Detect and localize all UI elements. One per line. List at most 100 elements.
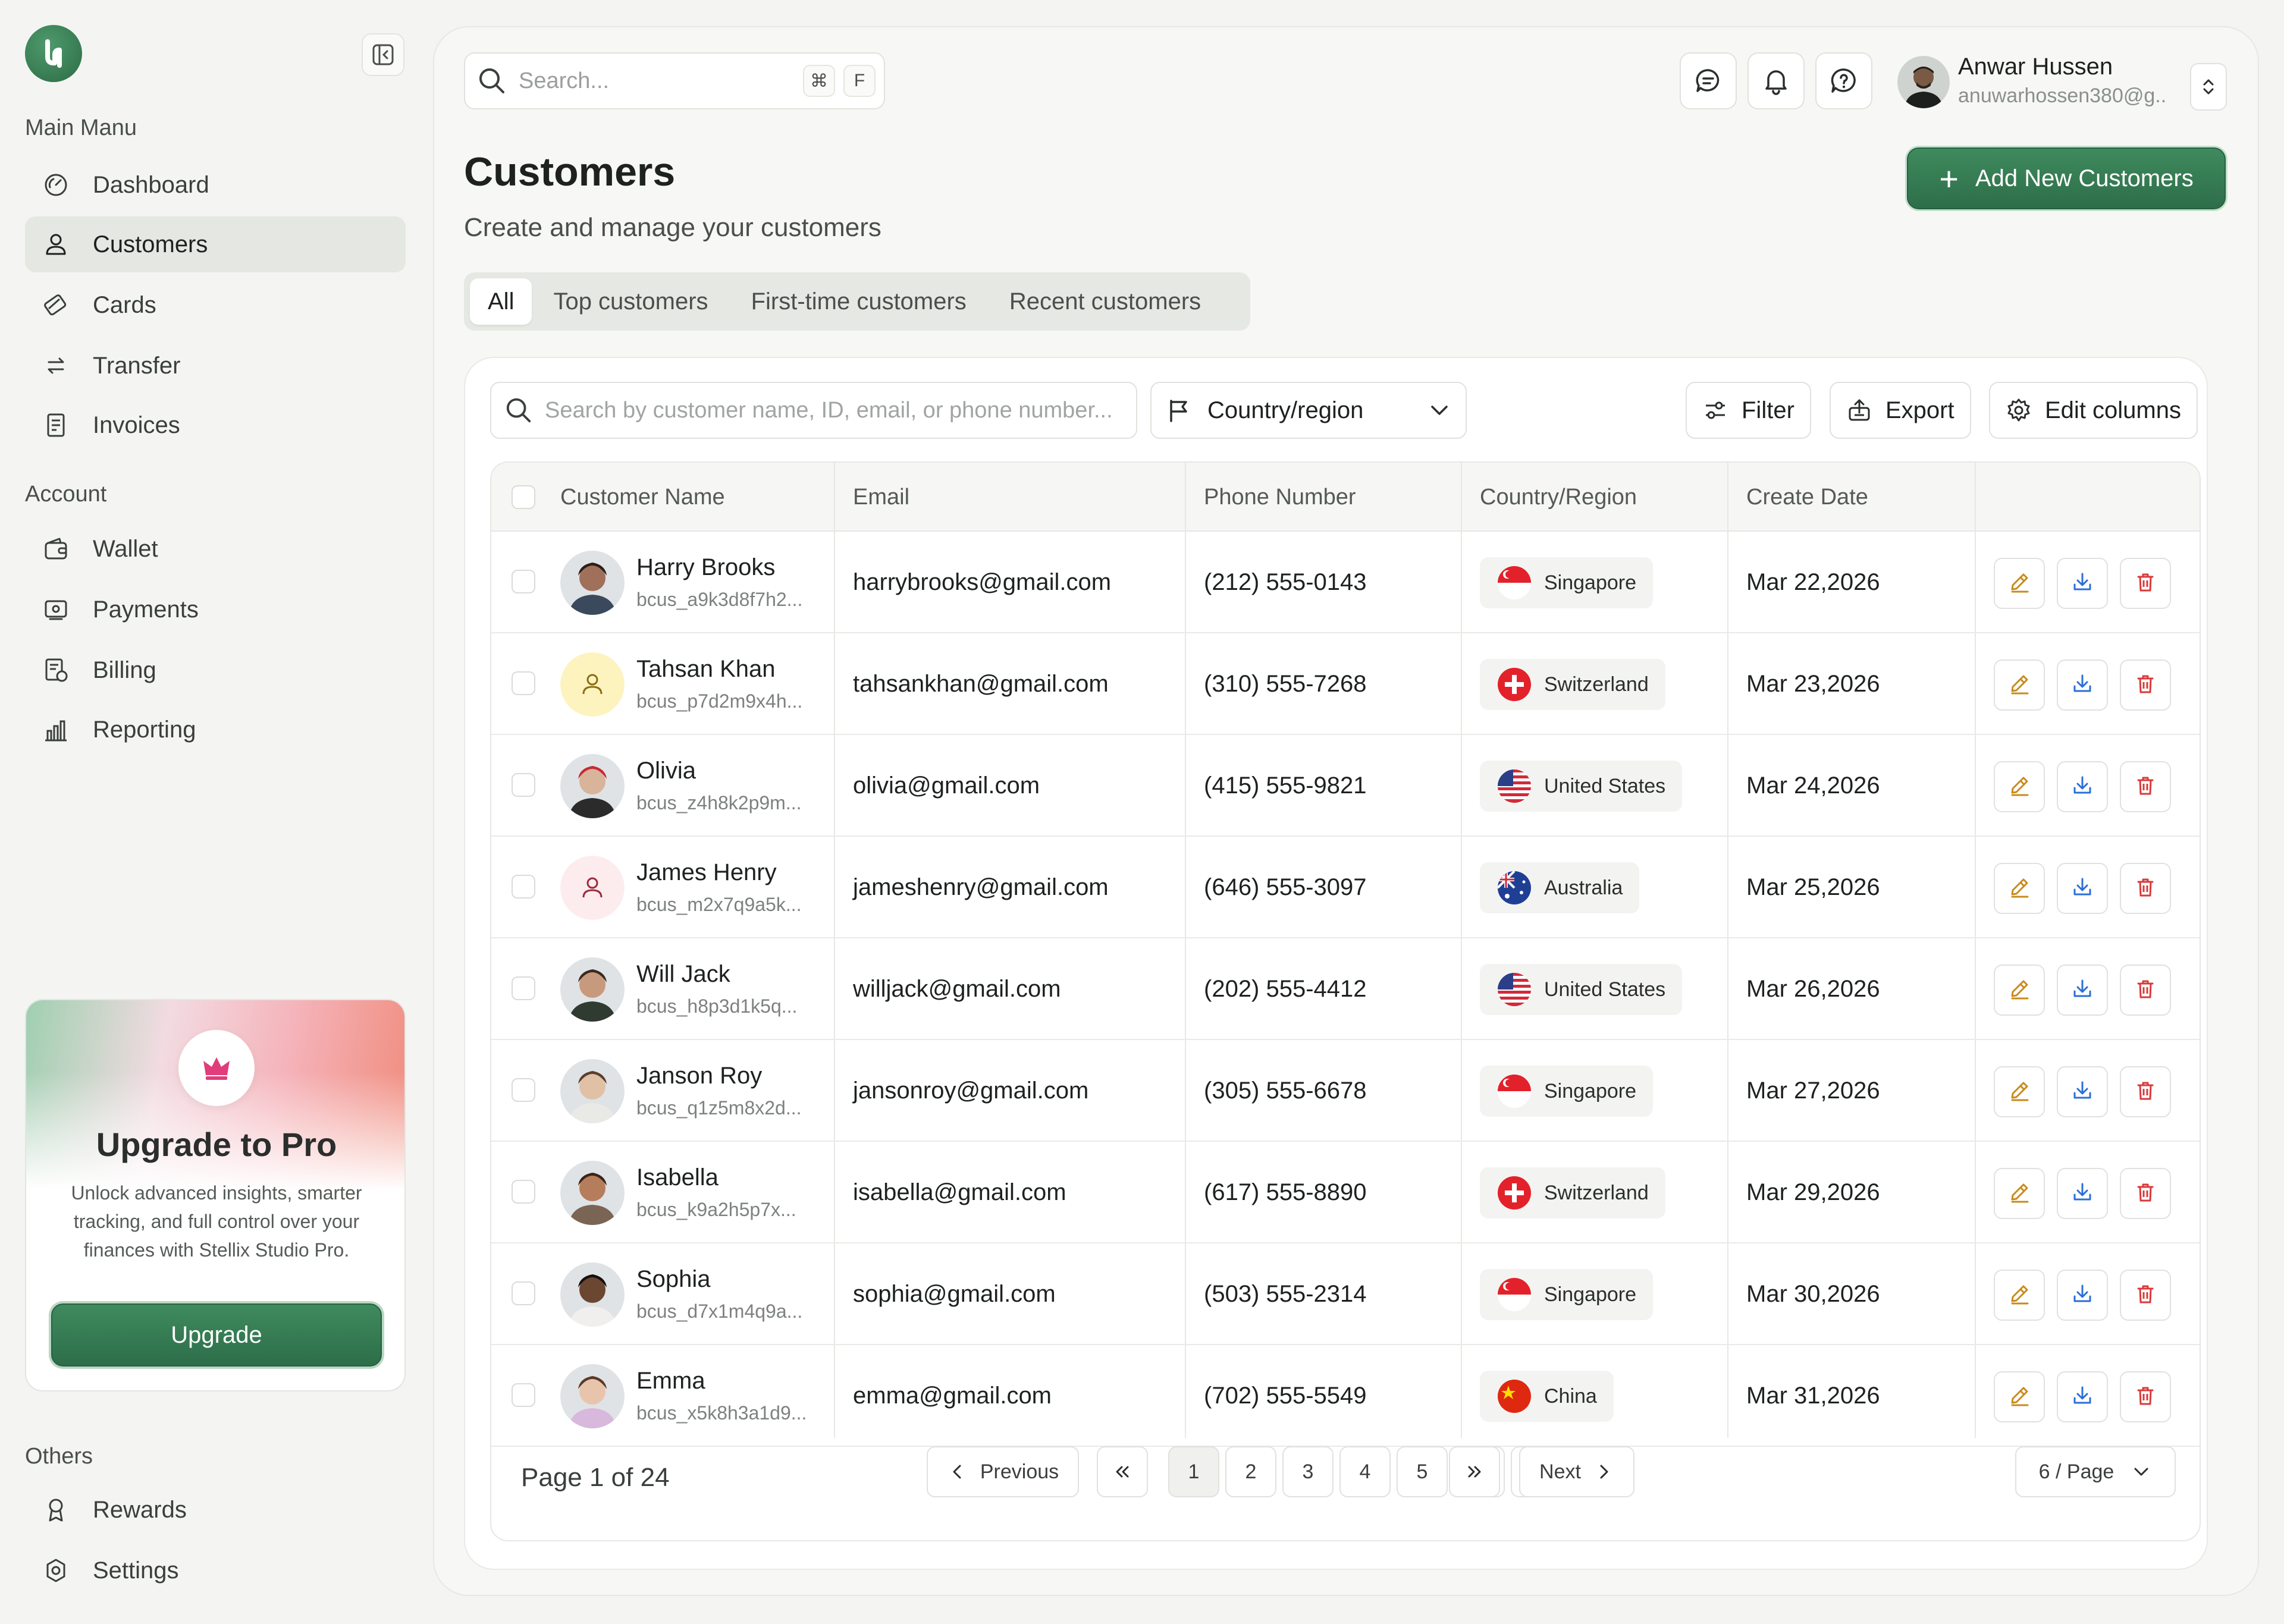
delete-button[interactable] [2120, 1270, 2171, 1321]
edit-button[interactable] [1994, 558, 2045, 609]
tab-all[interactable]: All [470, 278, 532, 325]
download-button[interactable] [2057, 1168, 2108, 1219]
row-checkbox[interactable] [512, 1281, 535, 1305]
customer-name[interactable]: Will Jack [636, 961, 730, 988]
country-region-dropdown[interactable]: Country/region [1150, 382, 1467, 439]
filter-button[interactable]: Filter [1686, 382, 1811, 439]
table-row[interactable]: Isabella bcus_k9a2h5p7x... isabella@gmail.… [491, 1142, 2200, 1243]
edit-button[interactable] [1994, 761, 2045, 812]
row-checkbox[interactable] [512, 671, 535, 695]
page-number-button[interactable]: 2 [1225, 1446, 1276, 1497]
tab-top-customers[interactable]: Top customers [532, 278, 729, 325]
delete-button[interactable] [2120, 965, 2171, 1016]
customer-name[interactable]: James Henry [636, 859, 777, 886]
row-checkbox[interactable] [512, 976, 535, 1000]
page-size-select[interactable]: 6 / Page [2015, 1446, 2176, 1497]
collapse-sidebar-button[interactable] [362, 33, 404, 76]
delete-button[interactable] [2120, 1371, 2171, 1422]
customer-name[interactable]: Olivia [636, 758, 696, 784]
select-all-checkbox[interactable] [512, 485, 535, 509]
download-button[interactable] [2057, 1371, 2108, 1422]
row-checkbox[interactable] [512, 875, 535, 899]
row-checkbox[interactable] [512, 1078, 535, 1102]
customer-name[interactable]: Sophia [636, 1266, 711, 1293]
download-button[interactable] [2057, 1066, 2108, 1117]
user-avatar[interactable] [1897, 56, 1950, 108]
last-page-button[interactable] [1449, 1446, 1500, 1497]
customer-name[interactable]: Harry Brooks [636, 554, 775, 581]
edit-button[interactable] [1994, 659, 2045, 711]
table-row[interactable]: Tahsan Khan bcus_p7d2m9x4h... tahsankhan@g… [491, 633, 2200, 735]
tab-first-time-customers[interactable]: First-time customers [730, 278, 988, 325]
column-header-customer-name[interactable]: Customer Name [560, 463, 725, 532]
add-new-customers-button[interactable]: + Add New Customers [1907, 147, 2226, 209]
download-button[interactable] [2057, 965, 2108, 1016]
page-number-button[interactable]: 1 [1168, 1446, 1219, 1497]
sidebar-item-cards[interactable]: Cards [25, 277, 406, 333]
table-row[interactable]: Sophia bcus_d7x1m4q9a... sophia@gmail.com (… [491, 1243, 2200, 1345]
tab-recent-customers[interactable]: Recent customers [988, 278, 1222, 325]
download-button[interactable] [2057, 761, 2108, 812]
sidebar-item-customers[interactable]: Customers [25, 216, 406, 272]
delete-button[interactable] [2120, 1066, 2171, 1117]
row-checkbox[interactable] [512, 773, 535, 797]
previous-page-button[interactable]: Previous [927, 1446, 1079, 1497]
table-row[interactable]: Will Jack bcus_h8p3d1k5q... willjack@gmail… [491, 938, 2200, 1040]
brand-logo[interactable] [25, 25, 82, 82]
first-page-button[interactable] [1097, 1446, 1148, 1497]
export-button[interactable]: Export [1830, 382, 1971, 439]
customer-search-input[interactable]: Search by customer name, ID, email, or p… [490, 382, 1137, 439]
delete-button[interactable] [2120, 761, 2171, 812]
sidebar-item-rewards[interactable]: Rewards [25, 1482, 406, 1538]
sidebar-item-settings[interactable]: Settings [25, 1543, 406, 1598]
page-number-button[interactable]: 3 [1282, 1446, 1334, 1497]
table-row[interactable]: Janson Roy bcus_q1z5m8x2d... jansonroy@gma… [491, 1040, 2200, 1142]
sidebar-item-billing[interactable]: Billing [25, 642, 406, 698]
edit-columns-button[interactable]: Edit columns [1989, 382, 2198, 439]
edit-button[interactable] [1994, 965, 2045, 1016]
upgrade-button[interactable]: Upgrade [51, 1303, 382, 1367]
column-header-email[interactable]: Email [853, 463, 909, 532]
column-header-create-date[interactable]: Create Date [1746, 463, 1868, 532]
notifications-button[interactable] [1747, 52, 1805, 109]
sidebar-item-transfer[interactable]: Transfer [25, 338, 406, 394]
delete-button[interactable] [2120, 863, 2171, 914]
download-button[interactable] [2057, 659, 2108, 711]
row-checkbox[interactable] [512, 1383, 535, 1407]
delete-button[interactable] [2120, 1168, 2171, 1219]
sidebar-item-wallet[interactable]: Wallet [25, 521, 406, 577]
table-row[interactable]: Olivia bcus_z4h8k2p9m... olivia@gmail.com (… [491, 735, 2200, 837]
download-button[interactable] [2057, 1270, 2108, 1321]
customer-name[interactable]: Isabella [636, 1164, 719, 1191]
table-row[interactable]: Emma bcus_x5k8h3a1d9... emma@gmail.com (702… [491, 1345, 2200, 1447]
table-row[interactable]: Harry Brooks bcus_a9k3d8f7h2... harrybrook… [491, 532, 2200, 633]
customer-name[interactable]: Emma [636, 1368, 705, 1394]
row-checkbox[interactable] [512, 570, 535, 593]
messages-button[interactable] [1680, 52, 1737, 109]
edit-button[interactable] [1994, 863, 2045, 914]
download-button[interactable] [2057, 863, 2108, 914]
edit-button[interactable] [1994, 1371, 2045, 1422]
table-row[interactable]: James Henry bcus_m2x7q9a5k... jameshenry@g… [491, 837, 2200, 938]
sidebar-item-payments[interactable]: Payments [25, 582, 406, 637]
sidebar-item-reporting[interactable]: Reporting [25, 702, 406, 758]
next-page-button[interactable]: Next [1519, 1446, 1634, 1497]
edit-button[interactable] [1994, 1066, 2045, 1117]
sidebar-item-invoices[interactable]: Invoices [25, 397, 406, 453]
help-button[interactable] [1815, 52, 1872, 109]
column-header-country[interactable]: Country/Region [1480, 463, 1637, 532]
delete-button[interactable] [2120, 659, 2171, 711]
column-header-phone[interactable]: Phone Number [1204, 463, 1356, 532]
delete-button[interactable] [2120, 558, 2171, 609]
global-search-input[interactable]: Search... ⌘ F [464, 52, 885, 109]
page-number-button[interactable]: 4 [1339, 1446, 1391, 1497]
download-button[interactable] [2057, 558, 2108, 609]
account-switcher-button[interactable] [2190, 63, 2227, 111]
edit-button[interactable] [1994, 1168, 2045, 1219]
customer-name[interactable]: Janson Roy [636, 1063, 762, 1089]
row-checkbox[interactable] [512, 1180, 535, 1204]
customer-name[interactable]: Tahsan Khan [636, 656, 776, 683]
edit-button[interactable] [1994, 1270, 2045, 1321]
sidebar-item-dashboard[interactable]: Dashboard [25, 157, 406, 213]
page-number-button[interactable]: 5 [1397, 1446, 1448, 1497]
